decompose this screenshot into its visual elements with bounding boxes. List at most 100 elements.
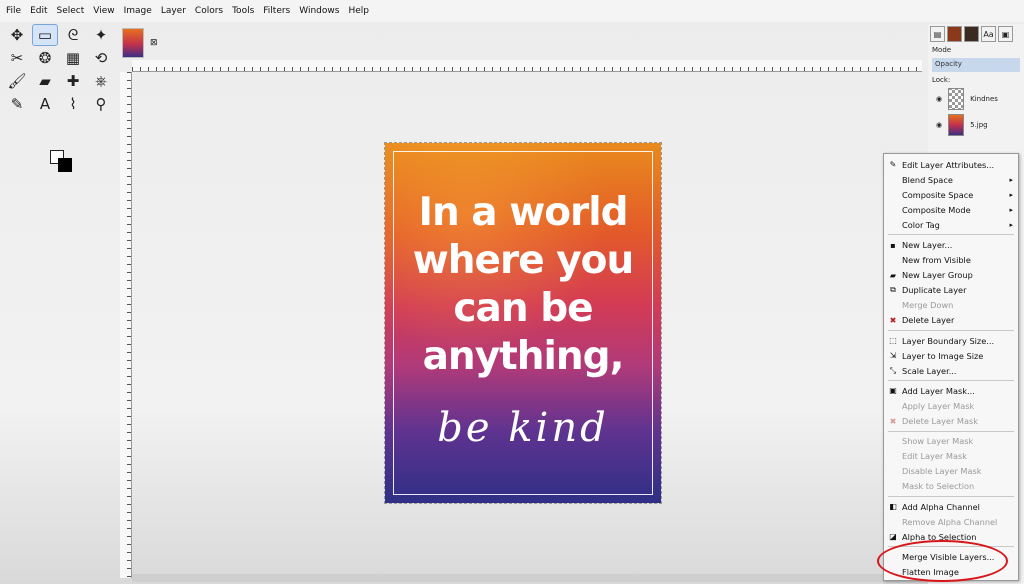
color-picker-icon[interactable]: ⌇	[60, 93, 86, 115]
menu-item-label: Mask to Selection	[902, 481, 975, 492]
menu-item-composite-mode[interactable]: Composite Mode ▸	[884, 202, 1018, 217]
rect-select-icon[interactable]: ▭	[32, 24, 58, 46]
poster-headline: In a world where you can be anything,	[385, 189, 661, 381]
menu-item-layer-to-image-size[interactable]: ⇲ Layer to Image Size	[884, 348, 1018, 363]
highlight-annotation	[877, 540, 1008, 582]
eye-icon[interactable]: ◉	[936, 121, 942, 129]
color-swatches[interactable]	[46, 148, 76, 176]
brushes-tab[interactable]	[964, 26, 979, 42]
layers-tab[interactable]: ▤	[930, 26, 945, 42]
menu-item-mask-to-selection[interactable]: Mask to Selection	[884, 479, 1018, 494]
menu-separator	[888, 430, 1014, 432]
layer-row[interactable]: ◉ Kindnes	[928, 86, 1024, 112]
menu-item-duplicate-layer[interactable]: ⧉ Duplicate Layer	[884, 283, 1018, 298]
menu-item-show-layer-mask[interactable]: Show Layer Mask	[884, 434, 1018, 449]
menu-item-edit-layer-attributes[interactable]: ✎ Edit Layer Attributes...	[884, 157, 1018, 172]
warp-icon[interactable]: ❂	[32, 47, 58, 69]
menu-separator	[888, 330, 1014, 332]
menu-item-remove-alpha-channel[interactable]: Remove Alpha Channel	[884, 514, 1018, 529]
menu-item-label: Edit Layer Attributes...	[902, 159, 995, 170]
menu-item-apply-layer-mask[interactable]: Apply Layer Mask	[884, 398, 1018, 413]
canvas-image[interactable]: In a world where you can be anything, be…	[384, 142, 662, 504]
submenu-arrow-icon: ▸	[1009, 220, 1013, 229]
menu-select[interactable]: Select	[57, 6, 85, 16]
clone-icon[interactable]: ⎈	[88, 70, 114, 92]
eye-icon[interactable]: ◉	[936, 95, 942, 103]
path-icon[interactable]: ✎	[4, 93, 30, 115]
zoom-icon[interactable]: ⚲	[88, 93, 114, 115]
menu-item-merge-down[interactable]: Merge Down	[884, 298, 1018, 313]
menu-item-new-layer[interactable]: ▪ New Layer...	[884, 237, 1018, 252]
move-icon[interactable]: ✥	[4, 24, 30, 46]
menu-item-add-layer-mask[interactable]: ▣ Add Layer Mask...	[884, 383, 1018, 398]
menu-item-add-alpha-channel[interactable]: ◧ Add Alpha Channel	[884, 499, 1018, 514]
image-tab[interactable]: ⊠	[122, 26, 162, 60]
menu-item-disable-layer-mask[interactable]: Disable Layer Mask	[884, 464, 1018, 479]
fuzzy-select-icon[interactable]: ✦	[88, 24, 114, 46]
horizontal-scrollbar[interactable]	[132, 574, 922, 582]
text-icon[interactable]: A	[32, 93, 58, 115]
menu-file[interactable]: File	[6, 6, 21, 16]
horizontal-ruler[interactable]	[132, 60, 922, 72]
cage-icon[interactable]: ▦	[60, 47, 86, 69]
menu-item-layer-boundary-size[interactable]: ⬚ Layer Boundary Size...	[884, 333, 1018, 348]
menu-item-new-from-visible[interactable]: New from Visible	[884, 253, 1018, 268]
layer-thumbnail	[948, 114, 965, 136]
menu-filters[interactable]: Filters	[263, 6, 290, 16]
menu-item-label: Add Layer Mask...	[902, 385, 975, 396]
menu-item-blend-space[interactable]: Blend Space ▸	[884, 172, 1018, 187]
alpha-icon: ◧	[889, 502, 897, 512]
folder-icon: ▰	[889, 270, 897, 280]
menu-item-label: New from Visible	[902, 255, 971, 266]
transform-icon[interactable]: ⟲	[88, 47, 114, 69]
eraser-icon[interactable]: ▰	[32, 70, 58, 92]
scale-icon: ⤡	[889, 365, 897, 375]
menu-item-color-tag[interactable]: Color Tag ▸	[884, 217, 1018, 232]
fit-icon: ⇲	[889, 351, 897, 361]
menu-item-edit-layer-mask[interactable]: Edit Layer Mask	[884, 449, 1018, 464]
paintbrush-icon[interactable]: 🖌	[4, 70, 30, 92]
poster-line: In a world	[418, 190, 628, 235]
layer-row[interactable]: ◉ 5.jpg	[928, 112, 1024, 138]
layer-name[interactable]: 5.jpg	[970, 121, 988, 129]
menu-item-label: Show Layer Mask	[902, 436, 974, 447]
vertical-ruler[interactable]	[120, 72, 132, 578]
menu-item-label: Delete Layer	[902, 315, 955, 326]
crop-icon[interactable]: ✂	[4, 47, 30, 69]
menu-item-label: New Layer Group	[902, 270, 973, 281]
menu-item-label: Composite Mode	[902, 204, 971, 215]
close-icon[interactable]: ⊠	[150, 38, 158, 48]
menu-tools[interactable]: Tools	[232, 6, 254, 16]
fonts-tab[interactable]: Aa	[981, 26, 996, 42]
menu-item-composite-space[interactable]: Composite Space ▸	[884, 187, 1018, 202]
mode-label: Mode	[932, 46, 952, 54]
layer-name[interactable]: Kindnes	[970, 95, 998, 103]
menu-item-label: Composite Space	[902, 189, 974, 200]
menu-item-new-layer-group[interactable]: ▰ New Layer Group	[884, 268, 1018, 283]
opacity-slider[interactable]: Opacity	[932, 58, 1020, 72]
menu-item-label: Merge Down	[902, 300, 954, 311]
alpha-select-icon: ◪	[889, 532, 897, 542]
menu-edit[interactable]: Edit	[30, 6, 47, 16]
toolbox: ✥ ▭ ᘓ ✦ ✂ ❂ ▦ ⟲ 🖌 ▰ ✚ ⎈ ✎ A ⌇ ⚲	[4, 24, 116, 174]
delete-icon: ✖	[889, 416, 897, 426]
image-thumbnail[interactable]	[122, 28, 144, 58]
dock-tabs: ▤ Aa ▣	[928, 24, 1024, 44]
menu-image[interactable]: Image	[124, 6, 152, 16]
menu-item-scale-layer[interactable]: ⤡ Scale Layer...	[884, 363, 1018, 378]
menu-item-delete-layer-mask[interactable]: ✖ Delete Layer Mask	[884, 414, 1018, 429]
menu-separator	[888, 495, 1014, 497]
menu-windows[interactable]: Windows	[299, 6, 339, 16]
menu-view[interactable]: View	[93, 6, 114, 16]
history-tab[interactable]: ▣	[998, 26, 1013, 42]
channels-tab[interactable]	[947, 26, 962, 42]
menu-layer[interactable]: Layer	[161, 6, 186, 16]
background-color[interactable]	[58, 158, 72, 172]
heal-icon[interactable]: ✚	[60, 70, 86, 92]
menu-help[interactable]: Help	[348, 6, 369, 16]
edit-icon: ✎	[889, 160, 897, 170]
menu-item-delete-layer[interactable]: ✖ Delete Layer	[884, 313, 1018, 328]
menu-item-label: Delete Layer Mask	[902, 416, 979, 427]
lasso-icon[interactable]: ᘓ	[60, 24, 86, 46]
menu-colors[interactable]: Colors	[195, 6, 223, 16]
